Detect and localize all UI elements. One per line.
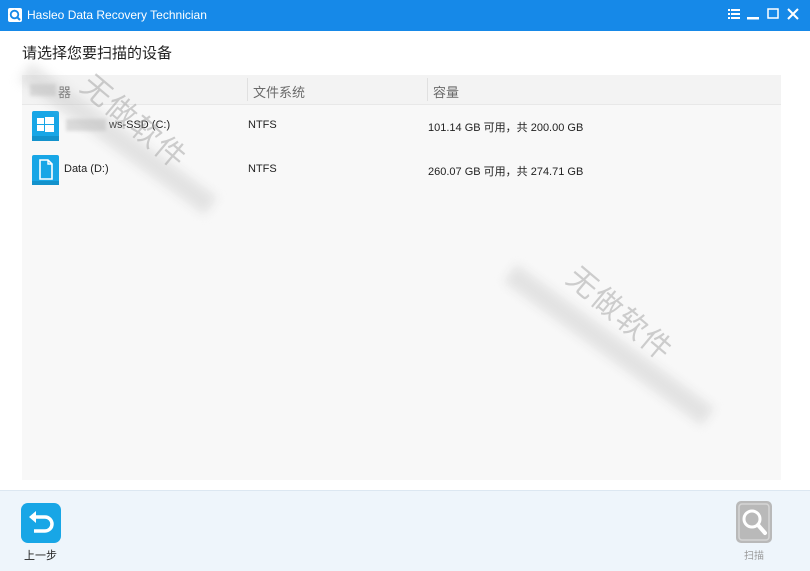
maximize-icon[interactable] xyxy=(765,6,781,22)
windows-drive-icon xyxy=(32,111,59,141)
drive-capacity: 101.14 GB 可用，共 200.00 GB xyxy=(428,122,584,134)
footer-bar: 上一步 扫描 xyxy=(0,490,810,571)
column-divider xyxy=(427,78,428,101)
scan-button[interactable] xyxy=(736,501,772,543)
column-header-capacity: 容量 xyxy=(433,86,460,101)
column-divider xyxy=(247,78,248,101)
page-prompt: 请选择您要扫描的设备 xyxy=(22,44,173,62)
scan-magnifier-icon xyxy=(738,503,770,541)
drive-filesystem: NTFS xyxy=(248,163,277,175)
back-button-label[interactable]: 上一步 xyxy=(24,547,57,563)
close-icon[interactable] xyxy=(785,6,801,22)
minimize-icon[interactable] xyxy=(745,6,761,22)
data-drive-icon xyxy=(32,155,59,185)
app-logo-icon xyxy=(7,7,23,23)
column-header-filesystem: 文件系统 xyxy=(253,86,306,101)
drive-capacity: 260.07 GB 可用，共 274.71 GB xyxy=(428,166,584,178)
drive-name: Data (D:) xyxy=(64,163,109,175)
back-arrow-icon xyxy=(29,511,54,533)
window-title: Hasleo Data Recovery Technician xyxy=(27,8,207,22)
scan-button-label[interactable]: 扫描 xyxy=(744,547,764,562)
title-bar: Hasleo Data Recovery Technician xyxy=(0,0,810,31)
drive-filesystem: NTFS xyxy=(248,119,277,131)
menu-icon[interactable] xyxy=(726,6,742,22)
back-button[interactable] xyxy=(21,503,61,543)
